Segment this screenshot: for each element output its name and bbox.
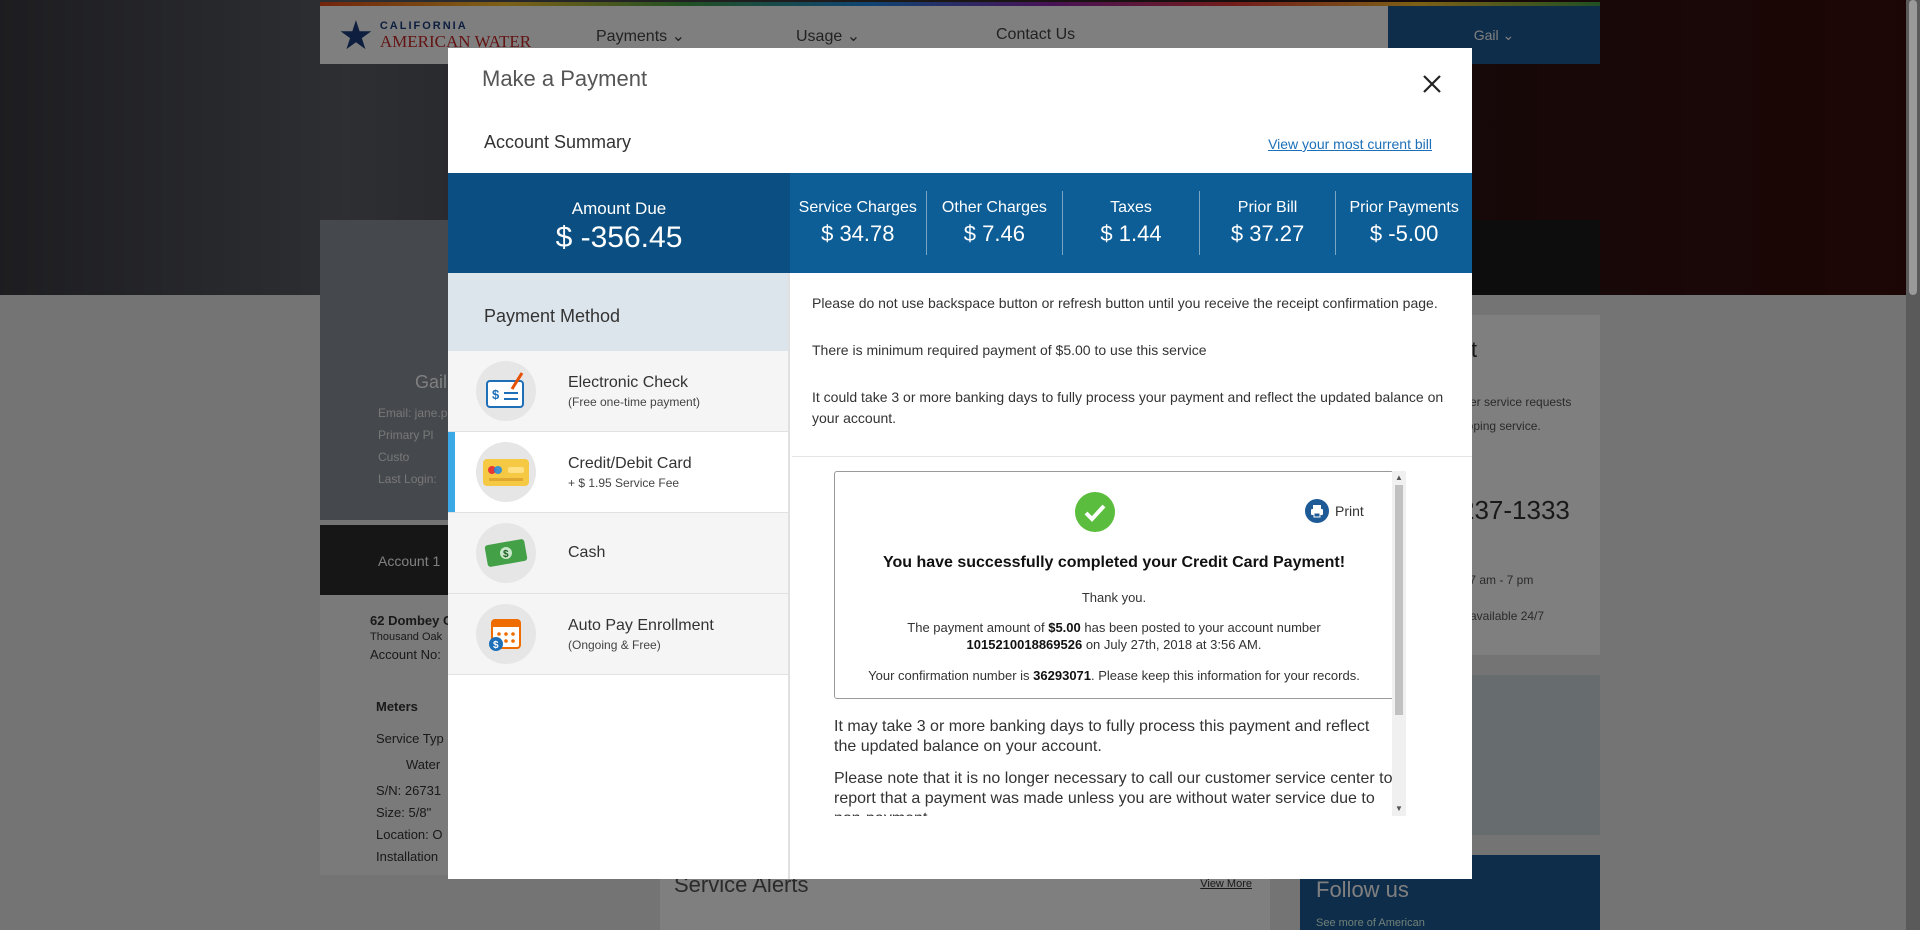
account-summary-bar: Amount Due $ -356.45 Service Charges $ 3… bbox=[448, 173, 1472, 273]
charges-breakdown: Service Charges $ 34.78 Other Charges $ … bbox=[790, 173, 1472, 273]
amount-due-value: $ -356.45 bbox=[555, 221, 683, 254]
success-title: You have successfully completed your Cre… bbox=[882, 554, 1346, 571]
method-auto-pay[interactable]: $ Auto Pay Enrollment (Ongoing & Free) bbox=[448, 594, 788, 675]
electronic-check-icon: $ bbox=[476, 361, 536, 421]
payment-method-title: Payment Method bbox=[448, 273, 788, 351]
confirmation-text: Your confirmation number is 36293071. Pl… bbox=[868, 668, 1360, 683]
modal-title: Make a Payment bbox=[482, 66, 648, 91]
calendar-icon: $ bbox=[476, 604, 536, 664]
view-current-bill-link[interactable]: View your most current bill bbox=[1268, 136, 1432, 152]
payment-method-panel: Payment Method $ Electronic Check (Free … bbox=[448, 273, 790, 879]
processing-note: It may take 3 or more banking days to fu… bbox=[834, 718, 1370, 755]
make-payment-modal: Make a Payment Account Summary View your… bbox=[448, 48, 1472, 879]
receipt-scrollbar-thumb[interactable] bbox=[1395, 485, 1403, 715]
content-divider bbox=[792, 456, 1472, 457]
printer-icon bbox=[1305, 499, 1329, 523]
payment-amount: $5.00 bbox=[1048, 620, 1081, 635]
scroll-up-icon[interactable]: ▲ bbox=[1392, 471, 1406, 485]
prior-payments: Prior Payments $ -5.00 bbox=[1335, 191, 1472, 255]
charge-value: $ 37.27 bbox=[1230, 221, 1305, 246]
svg-text:$: $ bbox=[503, 549, 509, 560]
scroll-down-icon[interactable]: ▼ bbox=[1392, 802, 1406, 816]
confirmation-number: 36293071 bbox=[1033, 668, 1092, 683]
svg-text:$: $ bbox=[492, 387, 500, 402]
notice-banking-days: It could take 3 or more banking days to … bbox=[812, 389, 1444, 426]
call-center-note: Please note that it is no longer necessa… bbox=[834, 770, 1393, 816]
method-credit-debit-card[interactable]: Credit/Debit Card + $ 1.95 Service Fee bbox=[448, 432, 788, 513]
amount-due-label: Amount Due bbox=[571, 199, 667, 218]
close-button[interactable] bbox=[1418, 70, 1446, 98]
charge-value: $ 7.46 bbox=[963, 221, 1025, 246]
method-sub: (Free one-time payment) bbox=[568, 394, 701, 409]
receipt-scroll-area[interactable]: Print You have successfully completed yo… bbox=[834, 471, 1424, 816]
amount-due: Amount Due $ -356.45 bbox=[448, 173, 790, 273]
other-charges: Other Charges $ 7.46 bbox=[925, 191, 1063, 255]
charge-value: $ 1.44 bbox=[1100, 221, 1162, 246]
service-charges: Service Charges $ 34.78 bbox=[790, 191, 926, 255]
print-label: Print bbox=[1335, 503, 1364, 519]
charge-label: Other Charges bbox=[941, 199, 1047, 216]
method-name: Cash bbox=[568, 544, 606, 561]
account-summary-title: Account Summary bbox=[484, 132, 632, 152]
charge-value: $ 34.78 bbox=[821, 221, 895, 246]
page-scrollbar[interactable] bbox=[1906, 0, 1920, 930]
charge-value: $ -5.00 bbox=[1369, 221, 1439, 246]
account-number: 1015210018869526 bbox=[966, 637, 1083, 652]
receipt-box: Print You have successfully completed yo… bbox=[834, 471, 1394, 699]
thank-you-text: Thank you. bbox=[1081, 590, 1147, 605]
page-scrollbar-thumb[interactable] bbox=[1909, 0, 1917, 295]
charge-label: Taxes bbox=[1110, 199, 1152, 216]
charge-label: Prior Bill bbox=[1237, 199, 1298, 216]
charge-label: Service Charges bbox=[798, 199, 917, 216]
receipt-scrollbar[interactable]: ▲ ▼ bbox=[1392, 471, 1406, 816]
taxes: Taxes $ 1.44 bbox=[1062, 191, 1199, 255]
success-check-icon bbox=[1075, 492, 1115, 532]
method-sub: + $ 1.95 Service Fee bbox=[568, 475, 680, 490]
notice-minimum: There is minimum required payment of $5.… bbox=[812, 342, 1207, 358]
prior-bill: Prior Bill $ 37.27 bbox=[1198, 191, 1336, 255]
notice-backspace: Please do not use backspace button or re… bbox=[812, 295, 1438, 311]
method-name: Electronic Check bbox=[568, 373, 689, 391]
method-name: Credit/Debit Card bbox=[568, 454, 692, 472]
cash-icon: $ bbox=[476, 523, 536, 583]
method-name: Auto Pay Enrollment bbox=[568, 616, 714, 634]
credit-card-icon bbox=[476, 442, 536, 502]
svg-text:$: $ bbox=[493, 640, 499, 651]
print-button[interactable]: Print bbox=[1305, 499, 1364, 523]
payment-content: Please do not use backspace button or re… bbox=[792, 273, 1472, 879]
payment-account-line: 1015210018869526 on July 27th, 2018 at 3… bbox=[966, 637, 1262, 652]
method-electronic-check[interactable]: $ Electronic Check (Free one-time paymen… bbox=[448, 351, 788, 432]
charge-label: Prior Payments bbox=[1349, 199, 1459, 216]
method-cash[interactable]: $ Cash bbox=[448, 513, 788, 594]
payment-posted-text: The payment amount of $5.00 has been pos… bbox=[907, 620, 1321, 635]
method-sub: (Ongoing & Free) bbox=[568, 637, 661, 652]
close-icon bbox=[1423, 75, 1441, 93]
